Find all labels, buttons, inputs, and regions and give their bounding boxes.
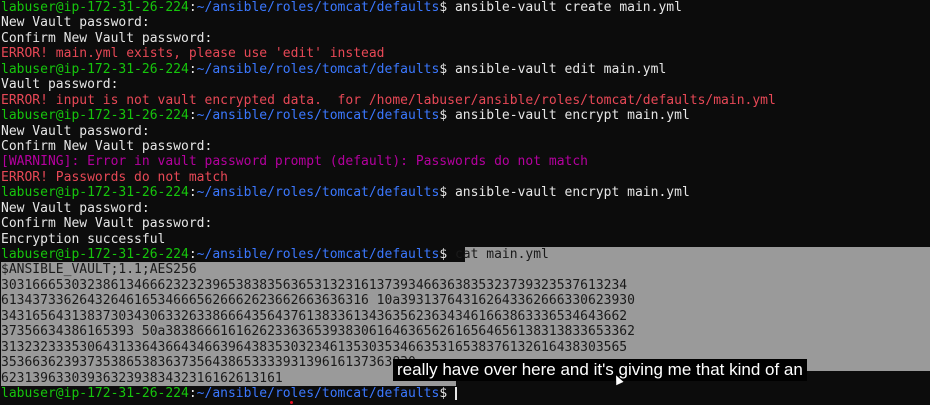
prompt-dollar: $ bbox=[439, 61, 448, 77]
output-line: New Vault password: bbox=[1, 15, 150, 31]
text-cursor bbox=[454, 386, 457, 400]
prompt-dollar: $ bbox=[439, 0, 448, 15]
prompt-path: ~/ansible/roles/tomcat/defaults bbox=[196, 61, 440, 77]
output-line: Encryption successful bbox=[1, 231, 166, 247]
error-line: ERROR! input is not vault encrypted data… bbox=[1, 92, 776, 108]
prompt-path: ~/ansible/roles/tomcat/defaults bbox=[196, 185, 440, 201]
output-line: 6134373362643264616534666562666262366266… bbox=[1, 293, 930, 309]
output-line: $ANSIBLE_VAULT;1.1;AES256 bbox=[1, 262, 930, 278]
prompt-dollar: $ bbox=[439, 185, 448, 201]
prompt-path: ~/ansible/roles/tomcat/defaults bbox=[196, 385, 440, 401]
prompt-dollar: $ bbox=[439, 108, 448, 124]
prompt-line: labuser@ip-172-31-26-224:~/ansible/roles… bbox=[1, 62, 930, 77]
red-dot-icon bbox=[290, 401, 293, 404]
output-line: 3431656431383730343063326338666435643761… bbox=[1, 308, 930, 325]
prompt-path: ~/ansible/roles/tomcat/defaults bbox=[196, 108, 440, 124]
prompt-user: labuser@ip-172-31-26-224 bbox=[1, 108, 189, 124]
command-text: ansible-vault edit main.yml bbox=[447, 61, 667, 77]
prompt-user: labuser@ip-172-31-26-224 bbox=[1, 247, 189, 262]
prompt-line: labuser@ip-172-31-26-224:~/ansible/roles… bbox=[1, 0, 930, 15]
prompt-separator: : bbox=[188, 61, 197, 77]
prompt-path: ~/ansible/roles/tomcat/defaults bbox=[196, 0, 440, 15]
caption-text: really have over here and it's giving me… bbox=[397, 360, 803, 379]
error-line: ERROR! main.yml exists, please use 'edit… bbox=[1, 46, 385, 62]
output-line: 37356634386165393 50a3838666161626233636… bbox=[1, 324, 930, 340]
prompt-line: labuser@ip-172-31-26-224:~/ansible/roles… bbox=[1, 108, 930, 123]
output-line: 3132323335306431336436643466396438353032… bbox=[1, 339, 930, 356]
command-text: ansible-vault encrypt main.yml bbox=[447, 108, 690, 124]
prompt-separator: : bbox=[188, 247, 197, 262]
command-text: ansible-vault encrypt main.yml bbox=[447, 185, 690, 201]
prompt-dollar: $ bbox=[439, 247, 448, 262]
prompt-user: labuser@ip-172-31-26-224 bbox=[1, 61, 189, 77]
output-line: Vault password: bbox=[1, 77, 119, 93]
prompt-separator: : bbox=[188, 185, 197, 201]
prompt-dollar: $ bbox=[439, 385, 448, 401]
prompt-separator: : bbox=[188, 385, 197, 401]
prompt-user: labuser@ip-172-31-26-224 bbox=[1, 385, 189, 401]
output-line: Confirm New Vault password: bbox=[1, 138, 213, 154]
prompt-separator: : bbox=[188, 0, 197, 15]
command-text: ansible-vault create main.yml bbox=[447, 0, 682, 15]
output-line: New Vault password: bbox=[1, 200, 150, 216]
output-line: New Vault password: bbox=[1, 123, 150, 139]
video-caption: really have over here and it's giving me… bbox=[393, 359, 807, 381]
prompt-user: labuser@ip-172-31-26-224 bbox=[1, 0, 189, 15]
prompt-line: labuser@ip-172-31-26-224:~/ansible/roles… bbox=[1, 247, 930, 263]
prompt-line: labuser@ip-172-31-26-224:~/ansible/roles… bbox=[1, 185, 930, 200]
terminal-window[interactable]: labuser@ip-172-31-26-224:~/ansible/roles… bbox=[1, 0, 930, 405]
command-text bbox=[447, 386, 455, 401]
prompt-separator: : bbox=[188, 108, 197, 124]
prompt-path: ~/ansible/roles/tomcat/defaults bbox=[196, 247, 440, 262]
output-line: 3031666530323861346662323239653838356365… bbox=[1, 277, 930, 294]
command-text: cat main.yml bbox=[447, 247, 549, 262]
output-line: Confirm New Vault password: bbox=[1, 30, 213, 46]
prompt-line: labuser@ip-172-31-26-224:~/ansible/roles… bbox=[1, 386, 930, 401]
error-line: ERROR! Passwords do not match bbox=[1, 169, 228, 185]
prompt-user: labuser@ip-172-31-26-224 bbox=[1, 185, 189, 201]
warning-line: [WARNING]: Error in vault password promp… bbox=[1, 154, 588, 170]
output-line: Confirm New Vault password: bbox=[1, 216, 213, 232]
